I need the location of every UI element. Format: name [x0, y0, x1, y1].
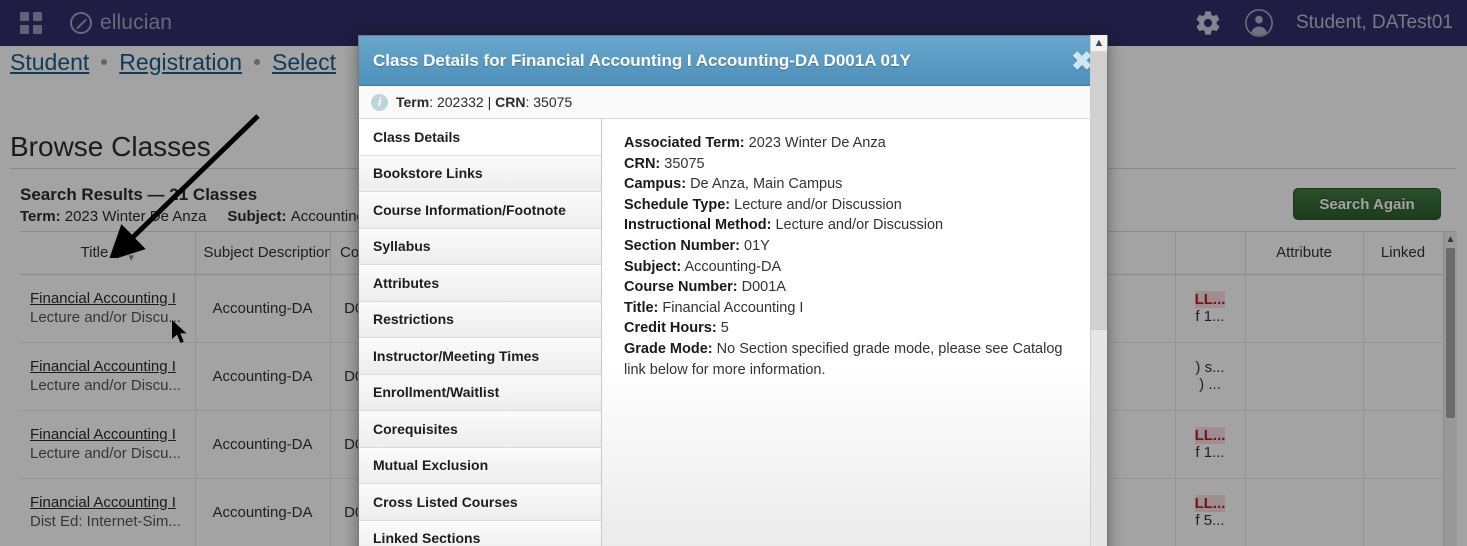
modal-title: Class Details for Financial Accounting I…	[373, 50, 911, 70]
tab-corequisites[interactable]: Corequisites	[359, 411, 601, 448]
tab-restrictions[interactable]: Restrictions	[359, 301, 601, 338]
modal-subbar: i Term: 202332 | CRN: 35075	[359, 86, 1107, 119]
tab-mutual-exclusion[interactable]: Mutual Exclusion	[359, 447, 601, 484]
tab-bookstore-links[interactable]: Bookstore Links	[359, 155, 601, 192]
detail-label: Title:	[624, 299, 659, 316]
tab-syllabus[interactable]: Syllabus	[359, 228, 601, 265]
modal-header: Class Details for Financial Accounting I…	[359, 36, 1107, 86]
tab-attributes[interactable]: Attributes	[359, 265, 601, 302]
tab-instructor-meeting-times[interactable]: Instructor/Meeting Times	[359, 338, 601, 375]
modal-subbar-text: Term: 202332 | CRN: 35075	[396, 94, 573, 110]
detail-value: Lecture and/or Discussion	[775, 217, 944, 234]
detail-label: CRN:	[624, 155, 661, 172]
detail-label: Grade Mode:	[624, 340, 713, 357]
detail-label: Instructional Method:	[624, 217, 772, 234]
detail-label: Section Number:	[624, 237, 741, 254]
detail-grade-mode: Grade Mode: No Section specified grade m…	[624, 339, 1087, 380]
modal-scrollbar-thumb[interactable]	[1091, 52, 1107, 330]
modal-scrollbar[interactable]: ▲	[1090, 35, 1107, 546]
detail-label: Course Number:	[624, 279, 738, 296]
class-details-content: Associated Term: 2023 Winter De Anza CRN…	[602, 119, 1107, 546]
crn-label: CRN	[495, 94, 526, 110]
detail-instructional-method: Instructional Method: Lecture and/or Dis…	[624, 215, 1087, 236]
detail-subject: Subject: Accounting-DA	[624, 257, 1087, 278]
detail-label: Subject:	[624, 258, 682, 275]
app-root: ellucian Student, DATest01 Student Regis…	[0, 0, 1467, 546]
detail-label: Credit Hours:	[624, 320, 717, 337]
detail-label: Schedule Type:	[624, 196, 731, 213]
tab-enrollment-waitlist[interactable]: Enrollment/Waitlist	[359, 374, 601, 411]
detail-title: Title: Financial Accounting I	[624, 298, 1087, 319]
subbar-separator: |	[487, 94, 492, 110]
detail-campus: Campus: De Anza, Main Campus	[624, 174, 1087, 195]
detail-crn: CRN: 35075	[624, 154, 1087, 175]
term-label: Term	[396, 94, 430, 110]
detail-value: 35075	[664, 155, 705, 172]
detail-value: 5	[720, 320, 729, 337]
info-icon: i	[371, 93, 388, 111]
modal-tab-rail: Class Details Bookstore Links Course Inf…	[359, 119, 602, 546]
detail-value: D001A	[741, 279, 786, 296]
detail-label: Campus:	[624, 176, 687, 193]
tab-cross-listed-courses[interactable]: Cross Listed Courses	[359, 484, 601, 521]
detail-section-number: Section Number: 01Y	[624, 236, 1087, 257]
term-value: 202332	[436, 94, 484, 110]
detail-value: Lecture and/or Discussion	[734, 196, 902, 213]
detail-value: 2023 Winter De Anza	[748, 135, 886, 151]
modal-body: Class Details Bookstore Links Course Inf…	[359, 119, 1107, 546]
crn-value: 35075	[533, 94, 573, 110]
tab-course-information-footnote[interactable]: Course Information/Footnote	[359, 192, 601, 229]
detail-label: Associated Term:	[624, 135, 745, 151]
detail-value: 01Y	[744, 237, 770, 254]
detail-value: Accounting-DA	[684, 258, 782, 275]
detail-credit-hours: Credit Hours: 5	[624, 318, 1087, 339]
class-details-modal: Class Details for Financial Accounting I…	[358, 35, 1108, 546]
tab-class-details[interactable]: Class Details	[359, 119, 601, 156]
detail-schedule-type: Schedule Type: Lecture and/or Discussion	[624, 195, 1087, 216]
chevron-up-icon[interactable]: ▲	[1091, 35, 1107, 52]
detail-value: De Anza, Main Campus	[690, 176, 843, 193]
detail-associated-term: Associated Term: 2023 Winter De Anza	[624, 133, 1087, 154]
detail-value: Financial Accounting I	[662, 299, 804, 316]
detail-course-number: Course Number: D001A	[624, 277, 1087, 298]
tab-linked-sections[interactable]: Linked Sections	[359, 520, 601, 546]
